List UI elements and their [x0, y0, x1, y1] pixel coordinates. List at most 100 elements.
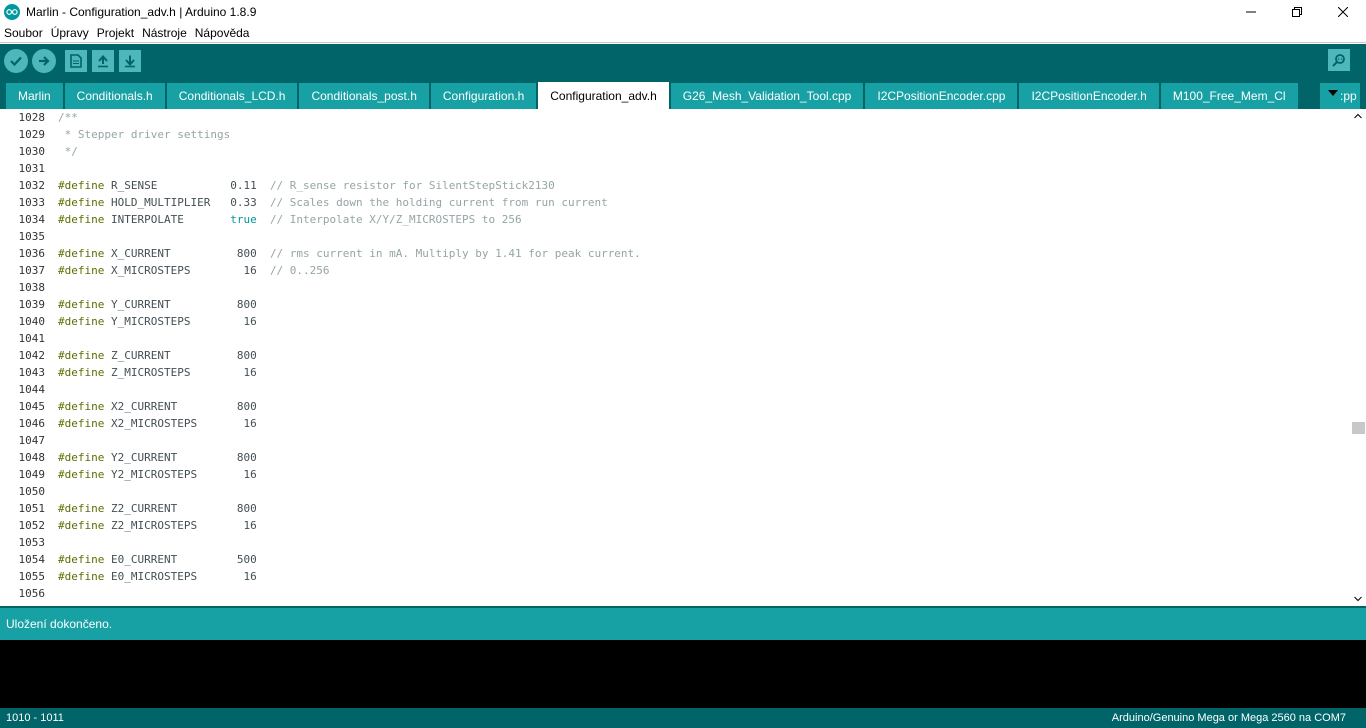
tab-bar: Marlin Conditionals.h Conditionals_LCD.h Co… [0, 77, 1366, 109]
code-line: 1053 [19, 534, 1350, 551]
new-file-icon [70, 53, 82, 68]
line-number: 1048 [18, 451, 46, 464]
code-line: 1046 #define X2_MICROSTEPS 16 [19, 415, 1350, 432]
code-line: 1035 [19, 228, 1350, 245]
board-info: Arduino/Genuino Mega or Mega 2560 na COM… [1111, 712, 1346, 724]
scroll-down-icon[interactable] [1354, 596, 1362, 602]
code-line: 1036 #define X_CURRENT 800 // rms current… [19, 245, 1350, 262]
code-line: 1050 [19, 483, 1350, 500]
code-token: HOLD_MULTIPLIER [104, 196, 224, 209]
window-controls [1228, 0, 1366, 24]
code-token: * Stepper driver settings [58, 128, 231, 141]
save-button[interactable] [119, 49, 141, 72]
code-line: 1052 #define Z2_MICROSTEPS 16 [19, 517, 1350, 534]
tab-g26-mesh-validation-tool-cpp[interactable]: G26_Mesh_Validation_Tool.cpp [670, 83, 864, 109]
code-line: 1044 [19, 381, 1350, 398]
console-output[interactable] [0, 640, 1366, 708]
menu-bar: Soubor Úpravy Projekt Nástroje Nápověda [0, 24, 1366, 43]
open-button[interactable] [92, 49, 114, 72]
line-number: 1040 [18, 315, 46, 328]
line-number: 1034 [18, 213, 46, 226]
status-message: Uložení dokončeno. [6, 617, 113, 631]
code-token: #define [58, 570, 105, 583]
code-token: 16 [223, 315, 257, 328]
code-area[interactable]: 1028/** 1029 * Stepper driver settings 103… [19, 109, 1350, 606]
tab-conditionals-post-h[interactable]: Conditionals_post.h [299, 83, 429, 109]
verify-button[interactable] [4, 48, 28, 73]
footer-bar: 1010 - 1011 Arduino/Genuino Mega or Mega… [0, 708, 1366, 728]
line-number: 1056 [18, 587, 46, 600]
code-token: 16 [223, 468, 257, 481]
line-number: 1045 [18, 400, 46, 413]
new-button[interactable] [65, 49, 87, 72]
code-line: 1051 #define Z2_CURRENT 800 [19, 500, 1350, 517]
tab-conditionals-h[interactable]: Conditionals.h [64, 83, 165, 109]
code-token: Z2_MICROSTEPS [104, 519, 224, 532]
tab-i2cpositionencoder-cpp[interactable]: I2CPositionEncoder.cpp [865, 83, 1018, 109]
upload-button[interactable] [32, 48, 56, 73]
code-token: #define [58, 366, 105, 379]
line-number: 1029 [18, 128, 46, 141]
tab-marlin[interactable]: Marlin [6, 83, 63, 109]
code-line: 1039 #define Y_CURRENT 800 [19, 296, 1350, 313]
code-token: true [223, 213, 270, 226]
code-token: #define [58, 417, 105, 430]
tab-configuration-h[interactable]: Configuration.h [430, 83, 537, 109]
menu-file[interactable]: Soubor [0, 26, 47, 40]
code-line: 1028 /** [19, 109, 1350, 126]
tab-overflow-menu[interactable]: :pp [1320, 83, 1360, 109]
code-token: 800 [223, 451, 257, 464]
code-line: 1045 #define X2_CURRENT 800 [19, 398, 1350, 415]
tab-configuration-adv-h[interactable]: Configuration_adv.h [538, 82, 669, 109]
code-token: 800 [223, 349, 257, 362]
code-token: #define [58, 196, 105, 209]
code-token: #define [58, 519, 105, 532]
code-line: 1033 #define HOLD_MULTIPLIER 0.33 // Scal… [19, 194, 1350, 211]
code-line: 1047 [19, 432, 1350, 449]
line-number: 1051 [18, 502, 46, 515]
code-token: X2_MICROSTEPS [104, 417, 224, 430]
code-token: Y2_CURRENT [104, 451, 224, 464]
line-number: 1053 [18, 536, 46, 549]
code-token: #define [58, 451, 105, 464]
close-icon[interactable] [1320, 0, 1366, 24]
serial-monitor-button[interactable] [1328, 49, 1350, 71]
tab-m100-free-mem-cl[interactable]: M100_Free_Mem_Cl [1160, 83, 1298, 109]
serial-monitor-icon [1332, 54, 1345, 67]
code-token: #define [58, 315, 105, 328]
code-line: 1029 * Stepper driver settings [19, 126, 1350, 143]
menu-edit[interactable]: Úpravy [47, 26, 93, 40]
code-line: 1040 #define Y_MICROSTEPS 16 [19, 313, 1350, 330]
code-line: 1042 #define Z_CURRENT 800 [19, 347, 1350, 364]
code-token: X_MICROSTEPS [104, 264, 224, 277]
code-line: 1031 [19, 160, 1350, 177]
code-token: Y_MICROSTEPS [104, 315, 224, 328]
line-number: 1044 [18, 383, 46, 396]
tab-conditionals-lcd-h[interactable]: Conditionals_LCD.h [166, 83, 298, 109]
code-token: Z_MICROSTEPS [104, 366, 224, 379]
minimize-icon[interactable] [1228, 0, 1274, 24]
line-number: 1046 [18, 417, 46, 430]
line-number: 1047 [18, 434, 46, 447]
code-line: 1055 #define E0_MICROSTEPS 16 [19, 568, 1350, 585]
code-token: // Scales down the holding current from … [269, 196, 608, 209]
menu-tools[interactable]: Nástroje [138, 26, 191, 40]
menu-sketch[interactable]: Projekt [93, 26, 138, 40]
vertical-scrollbar[interactable] [1350, 109, 1366, 606]
scroll-up-icon[interactable] [1354, 113, 1362, 119]
code-editor[interactable]: 1028/** 1029 * Stepper driver settings 103… [0, 109, 1366, 606]
code-token: Y2_MICROSTEPS [104, 468, 224, 481]
scrollbar-thumb[interactable] [1352, 422, 1365, 434]
restore-icon[interactable] [1274, 0, 1320, 24]
arduino-logo-icon [4, 4, 20, 20]
code-token: #define [58, 400, 105, 413]
menu-help[interactable]: Nápověda [191, 26, 254, 40]
tab-i2cpositionencoder-h[interactable]: I2CPositionEncoder.h [1019, 83, 1159, 109]
save-icon [125, 55, 135, 67]
open-icon [98, 54, 108, 67]
code-token: 800 [223, 502, 257, 515]
code-token: Z_CURRENT [104, 349, 224, 362]
line-number: 1054 [18, 553, 46, 566]
code-token: 800 [223, 400, 257, 413]
line-number: 1036 [18, 247, 46, 260]
